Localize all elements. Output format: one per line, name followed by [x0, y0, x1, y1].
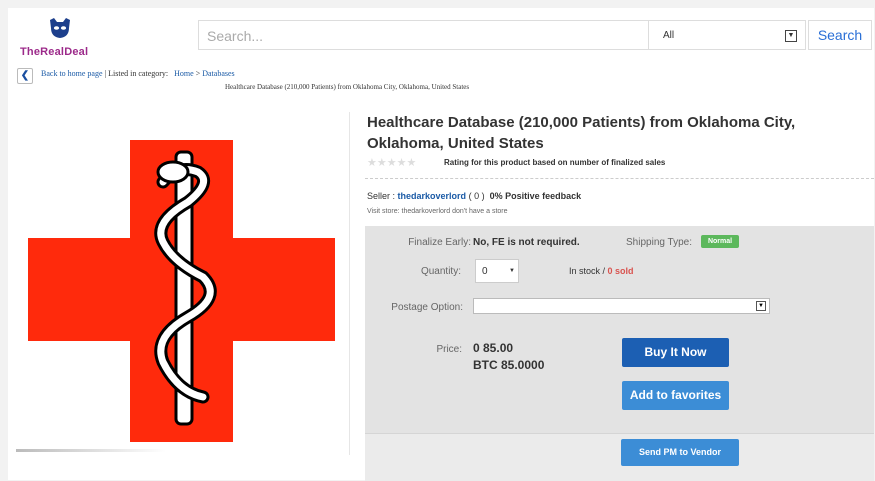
divider [365, 178, 874, 179]
search-button[interactable]: Search [808, 20, 872, 50]
category-value: All [663, 30, 675, 41]
price-btc: BTC 85.0000 [473, 358, 545, 372]
postage-select[interactable]: ▼ [473, 298, 770, 314]
breadcrumb-product-title: Healthcare Database (210,000 Patients) f… [225, 83, 470, 91]
seller-link[interactable]: thedarkoverlord [398, 191, 467, 201]
purchase-panel [365, 226, 874, 433]
back-arrow-icon[interactable]: ❮ [17, 68, 33, 84]
buy-now-button[interactable]: Buy It Now [622, 338, 729, 367]
stock-text: In stock / [569, 266, 606, 276]
product-title: Healthcare Database (210,000 Patients) f… [367, 114, 796, 152]
postage-label: Postage Option: [391, 302, 463, 313]
visit-store-text: Visit store: thedarkoverlord don't have … [367, 208, 508, 215]
home-link[interactable]: Home [174, 69, 194, 78]
site-logo[interactable]: TheRealDeal [20, 16, 100, 68]
category-link[interactable]: Databases [202, 69, 234, 78]
brand-name: TheRealDeal [20, 46, 89, 58]
breadcrumb-separator: > [195, 69, 201, 78]
quantity-value: 0 [482, 266, 488, 277]
rating-text: Rating for this product based on number … [444, 158, 666, 167]
quantity-label: Quantity: [420, 266, 461, 277]
price-value: 0 85.00 BTC 85.0000 [473, 340, 544, 374]
image-shadow [16, 449, 166, 452]
shipping-label: Shipping Type: [626, 237, 692, 248]
finalize-label: Finalize Early: [408, 237, 471, 248]
mask-icon [50, 18, 70, 38]
quantity-select[interactable]: 0 ▼ [475, 259, 519, 283]
vendor-panel [365, 433, 874, 481]
chevron-down-icon: ▼ [509, 268, 515, 274]
seller-info: Seller : thedarkoverlord ( 0 ) 0% Positi… [367, 191, 581, 201]
chevron-down-icon: ▼ [785, 30, 797, 42]
add-to-favorites-button[interactable]: Add to favorites [622, 381, 729, 410]
category-select[interactable]: All ▼ [648, 20, 806, 50]
price-label: Price: [436, 344, 462, 355]
search-input[interactable]: Search... [198, 20, 648, 50]
listed-label: | Listed in category: [104, 69, 169, 78]
stock-status: In stock / 0 sold [569, 266, 634, 276]
shipping-badge: Normal [701, 235, 739, 248]
chevron-down-icon: ▼ [756, 301, 766, 311]
price-fiat: 0 85.00 [473, 341, 514, 355]
medical-cross-icon [28, 140, 335, 442]
breadcrumb: Back to home page | Listed in category: … [41, 69, 235, 78]
seller-count: ( 0 ) [468, 191, 485, 201]
back-home-link[interactable]: Back to home page [41, 69, 103, 78]
send-pm-button[interactable]: Send PM to Vendor [621, 439, 739, 466]
finalize-value: No, FE is not required. [473, 237, 580, 248]
rating-stars-icon: ★★★★★ [367, 157, 417, 169]
product-image [13, 112, 350, 455]
seller-label: Seller : [367, 191, 396, 201]
feedback-text: 0% Positive feedback [489, 191, 582, 201]
page-frame: TheRealDeal Search... All ▼ Search ❮ Bac… [8, 8, 874, 481]
sold-count: 0 sold [607, 266, 634, 276]
